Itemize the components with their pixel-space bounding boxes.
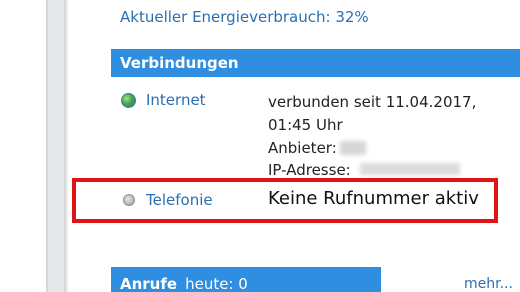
- left-navigation-panel: [0, 0, 46, 292]
- red-highlight-box: [72, 178, 498, 223]
- calls-today-count: heute: 0: [185, 275, 248, 292]
- connections-section-header: Verbindungen: [111, 49, 520, 77]
- calls-section-header: Anrufe heute: 0: [111, 267, 381, 292]
- calls-more-link[interactable]: mehr...: [464, 276, 513, 292]
- internet-connected-since: verbunden seit 11.04.2017,: [268, 93, 477, 111]
- internet-connected-time: 01:45 Uhr: [268, 116, 343, 134]
- globe-icon: [121, 93, 136, 108]
- calls-title: Anrufe: [120, 275, 178, 292]
- provider-value-redacted: [340, 141, 366, 155]
- internet-link[interactable]: Internet: [146, 91, 206, 109]
- page-gutter: [48, 0, 64, 292]
- energy-consumption-link[interactable]: Aktueller Energieverbrauch: 32%: [120, 8, 369, 26]
- internet-provider-label: Anbieter:: [268, 139, 337, 157]
- ip-value-redacted: [360, 163, 460, 175]
